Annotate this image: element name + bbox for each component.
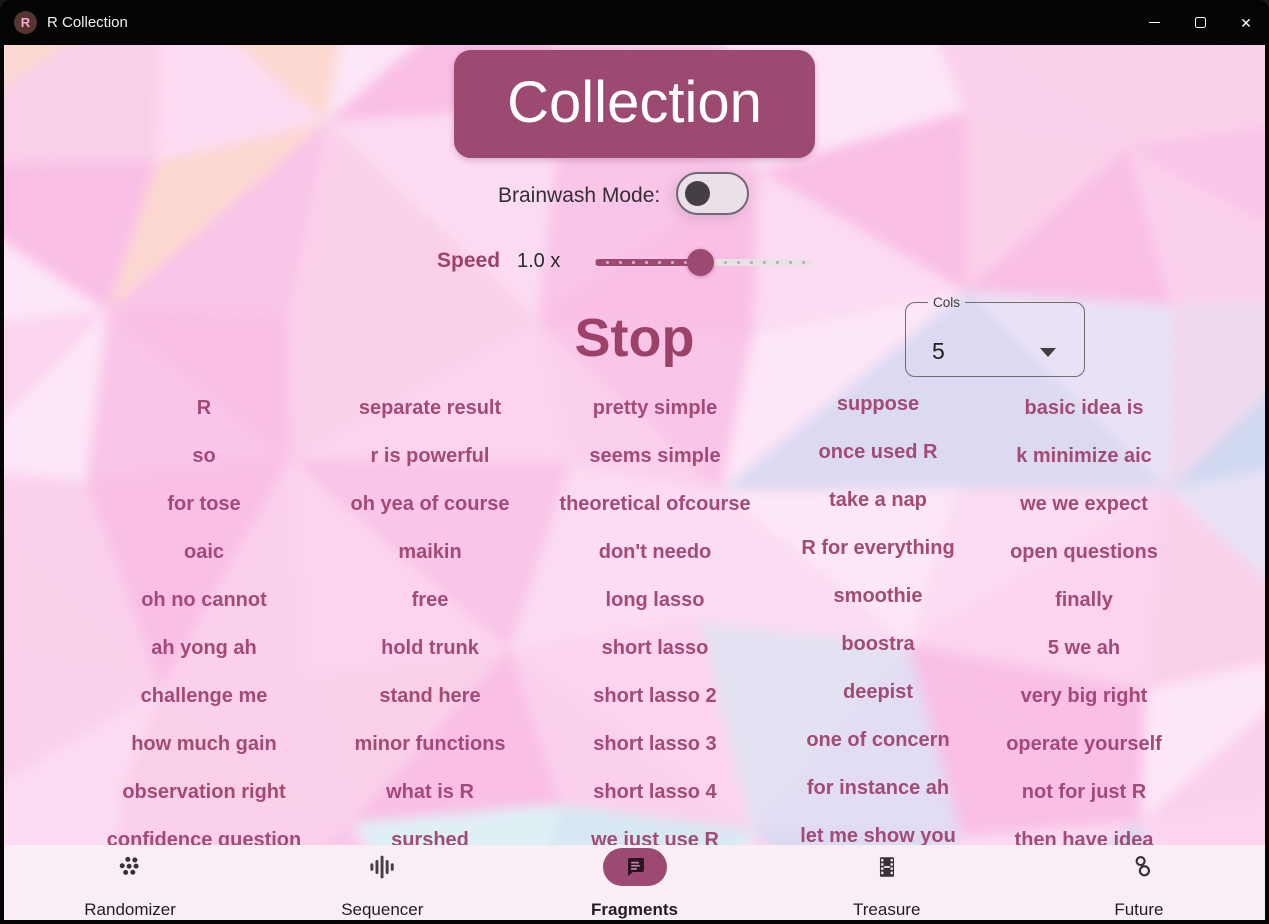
fragment-item[interactable]: for tose <box>82 480 326 528</box>
fragment-item[interactable]: what is R <box>308 768 552 816</box>
chat-bubble-icon <box>603 848 667 886</box>
speed-label: Speed <box>437 249 500 273</box>
slider-thumb[interactable] <box>687 249 714 276</box>
fragment-item[interactable]: finally <box>962 576 1206 624</box>
fragment-column: basic idea isk minimize aicwe we expecto… <box>962 384 1206 864</box>
fragment-item[interactable]: open questions <box>962 528 1206 576</box>
fragment-item[interactable]: observation right <box>82 768 326 816</box>
fragment-item[interactable]: don't needo <box>533 528 777 576</box>
app-window: R R Collection ✕ Collection Brainwash Mo… <box>0 0 1269 924</box>
fragment-item[interactable]: challenge me <box>82 672 326 720</box>
tab-label: Sequencer <box>341 900 423 920</box>
fragment-item[interactable]: short lasso <box>533 624 777 672</box>
fragment-column: separate resultr is powerfuloh yea of co… <box>308 384 552 864</box>
fragment-item[interactable]: how much gain <box>82 720 326 768</box>
cols-dropdown-label: Cols <box>928 295 965 310</box>
fragment-item[interactable]: minor functions <box>308 720 552 768</box>
tab-future[interactable]: Future <box>1013 845 1265 920</box>
toggle-knob-icon <box>685 181 710 206</box>
fragment-item[interactable]: ah yong ah <box>82 624 326 672</box>
close-icon: ✕ <box>1240 16 1252 30</box>
minimize-button[interactable] <box>1131 0 1177 45</box>
bottom-navigation: Randomizer Sequencer <box>4 845 1265 920</box>
fragment-item[interactable]: separate result <box>308 384 552 432</box>
dropdown-arrow-icon <box>1040 348 1056 357</box>
collection-title: Collection <box>507 70 762 135</box>
fragment-item[interactable]: R <box>82 384 326 432</box>
fragment-item[interactable]: pretty simple <box>533 384 777 432</box>
fragment-item[interactable]: we we expect <box>962 480 1206 528</box>
speed-slider[interactable] <box>595 245 812 279</box>
fragment-item[interactable]: short lasso 4 <box>533 768 777 816</box>
fragment-item[interactable]: maikin <box>308 528 552 576</box>
main-content: Collection Brainwash Mode: Speed 1.0 x S… <box>4 45 1265 920</box>
bubble-chart-icon <box>1107 848 1171 886</box>
fragment-item[interactable]: r is powerful <box>308 432 552 480</box>
window-controls: ✕ <box>1131 0 1269 45</box>
fragment-item[interactable]: oh yea of course <box>308 480 552 528</box>
minimize-icon <box>1149 22 1160 23</box>
fragment-item[interactable]: oaic <box>82 528 326 576</box>
brainwash-mode-label: Brainwash Mode: <box>498 184 660 208</box>
tab-label: Treasure <box>853 900 920 920</box>
fragment-item[interactable]: operate yourself <box>962 720 1206 768</box>
fragment-column: Rsofor toseoaicoh no cannotah yong ahcha… <box>82 384 326 864</box>
scatter-dots-icon <box>98 848 162 886</box>
slider-fill <box>595 259 700 266</box>
collection-banner: Collection <box>454 50 815 158</box>
fragment-item[interactable]: hold trunk <box>308 624 552 672</box>
tab-randomizer[interactable]: Randomizer <box>4 845 256 920</box>
cols-dropdown-value: 5 <box>932 338 945 365</box>
fragment-item[interactable]: stand here <box>308 672 552 720</box>
cols-dropdown[interactable]: Cols 5 <box>905 295 1085 377</box>
film-strip-icon <box>855 848 919 886</box>
fragment-item[interactable]: long lasso <box>533 576 777 624</box>
fragment-item[interactable]: k minimize aic <box>962 432 1206 480</box>
tab-label: Randomizer <box>84 900 176 920</box>
maximize-icon <box>1195 17 1206 28</box>
stop-button[interactable]: Stop <box>454 303 815 373</box>
tab-label: Future <box>1114 900 1163 920</box>
window-title: R Collection <box>47 14 128 31</box>
fragment-item[interactable]: theoretical ofcourse <box>533 480 777 528</box>
fragment-item[interactable]: basic idea is <box>962 384 1206 432</box>
fragment-item[interactable]: very big right <box>962 672 1206 720</box>
fragment-item[interactable]: short lasso 3 <box>533 720 777 768</box>
app-icon: R <box>14 11 37 34</box>
titlebar: R R Collection ✕ <box>0 0 1269 45</box>
fragment-item[interactable]: seems simple <box>533 432 777 480</box>
close-button[interactable]: ✕ <box>1223 0 1269 45</box>
fragment-item[interactable]: short lasso 2 <box>533 672 777 720</box>
slider-track <box>700 259 812 266</box>
fragment-item[interactable]: not for just R <box>962 768 1206 816</box>
speed-value: 1.0 x <box>517 250 560 273</box>
maximize-button[interactable] <box>1177 0 1223 45</box>
tab-treasure[interactable]: Treasure <box>761 845 1013 920</box>
equalizer-bars-icon <box>350 848 414 886</box>
fragment-item[interactable]: 5 we ah <box>962 624 1206 672</box>
app-icon-letter: R <box>21 15 30 30</box>
fragment-column: pretty simpleseems simpletheoretical ofc… <box>533 384 777 864</box>
fragment-item[interactable]: so <box>82 432 326 480</box>
fragment-item[interactable]: free <box>308 576 552 624</box>
brainwash-toggle[interactable] <box>676 172 749 215</box>
fragment-item[interactable]: oh no cannot <box>82 576 326 624</box>
tab-sequencer[interactable]: Sequencer <box>256 845 508 920</box>
tab-fragments[interactable]: Fragments <box>508 845 760 920</box>
tab-label: Fragments <box>591 900 678 920</box>
